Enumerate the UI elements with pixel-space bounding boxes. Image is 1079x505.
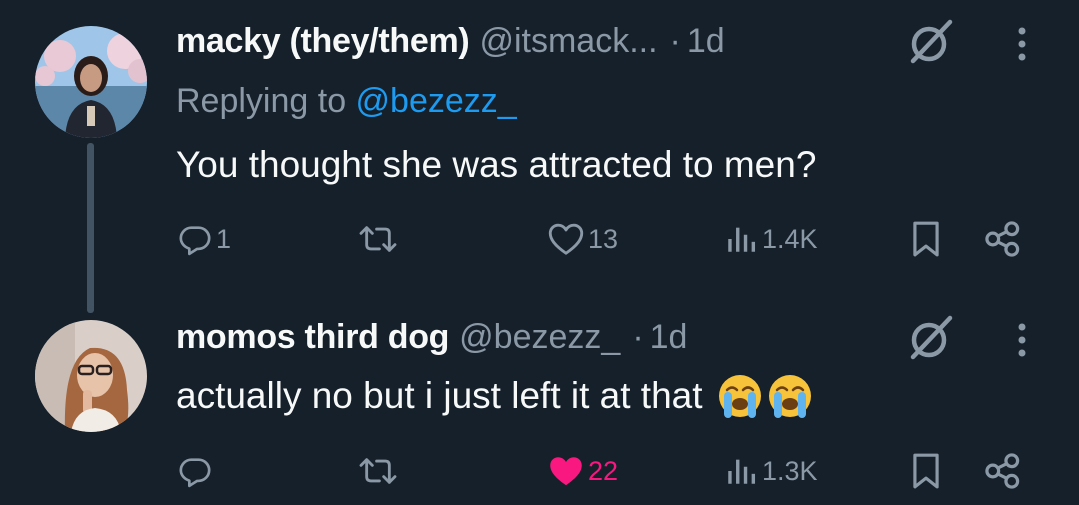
grok-icon[interactable] xyxy=(906,313,956,368)
grok-icon[interactable] xyxy=(906,17,956,72)
views-count: 1.3K xyxy=(762,455,818,486)
views-button[interactable]: 1.4K xyxy=(724,214,818,264)
views-count: 1.4K xyxy=(762,223,818,254)
share-icon xyxy=(985,221,1020,257)
more-options-icon[interactable] xyxy=(1012,26,1032,67)
replying-to-handle[interactable]: @bezezz_ xyxy=(356,82,517,120)
tweet-2-header: momos third dog @bezezz_ · 1d xyxy=(176,318,687,357)
display-name[interactable]: macky (they/them) xyxy=(176,22,470,61)
user-handle[interactable]: @bezezz_ xyxy=(459,318,620,357)
views-chart-icon xyxy=(728,459,756,484)
tweet-text-body: actually no but i just left it at that xyxy=(176,375,703,416)
tweet-1-actions: 1 13 1.4K xyxy=(0,214,1079,264)
reply-icon xyxy=(179,458,211,488)
timestamp[interactable]: 1d xyxy=(687,22,725,61)
tweet-text: actually no but i just left it at that xyxy=(176,373,813,419)
replying-to-label: Replying to xyxy=(176,82,356,120)
tweet-1-header: macky (they/them) @itsmack... · 1d xyxy=(176,22,725,61)
retweet-icon xyxy=(359,226,397,252)
bookmark-icon xyxy=(913,221,939,257)
retweet-button[interactable] xyxy=(358,214,402,264)
like-count: 13 xyxy=(588,223,619,254)
views-button[interactable]: 1.3K xyxy=(724,446,818,496)
loudly-crying-face-icon xyxy=(768,375,811,418)
avatar[interactable] xyxy=(35,320,147,432)
reply-count: 1 xyxy=(216,223,232,254)
share-button[interactable] xyxy=(984,214,1022,264)
share-icon xyxy=(985,453,1020,489)
views-chart-icon xyxy=(728,227,756,252)
heart-icon xyxy=(548,223,584,255)
display-name[interactable]: momos third dog xyxy=(176,318,449,357)
user-handle[interactable]: @itsmack... xyxy=(479,22,657,61)
bookmark-icon xyxy=(913,453,939,489)
tweet-2-actions: 22 1.3K xyxy=(0,446,1079,496)
like-count: 22 xyxy=(588,455,619,486)
like-button[interactable]: 22 xyxy=(548,446,618,496)
avatar[interactable] xyxy=(35,26,147,138)
reply-button[interactable]: 1 xyxy=(178,214,231,264)
retweet-icon xyxy=(359,458,397,484)
bookmark-button[interactable] xyxy=(909,446,943,496)
share-button[interactable] xyxy=(984,446,1022,496)
timestamp[interactable]: 1d xyxy=(650,318,688,357)
separator-dot: · xyxy=(669,22,681,60)
tweet-text: You thought she was attracted to men? xyxy=(176,144,817,185)
separator-dot: · xyxy=(632,318,644,356)
loudly-crying-face-icon xyxy=(718,375,761,418)
bookmark-button[interactable] xyxy=(909,214,943,264)
more-options-icon[interactable] xyxy=(1012,322,1032,363)
replying-to: Replying to @bezezz_ xyxy=(176,82,517,121)
retweet-button[interactable] xyxy=(358,446,402,496)
heart-filled-icon xyxy=(550,457,582,486)
reply-button[interactable] xyxy=(178,446,216,496)
reply-icon xyxy=(179,226,211,256)
like-button[interactable]: 13 xyxy=(548,214,618,264)
